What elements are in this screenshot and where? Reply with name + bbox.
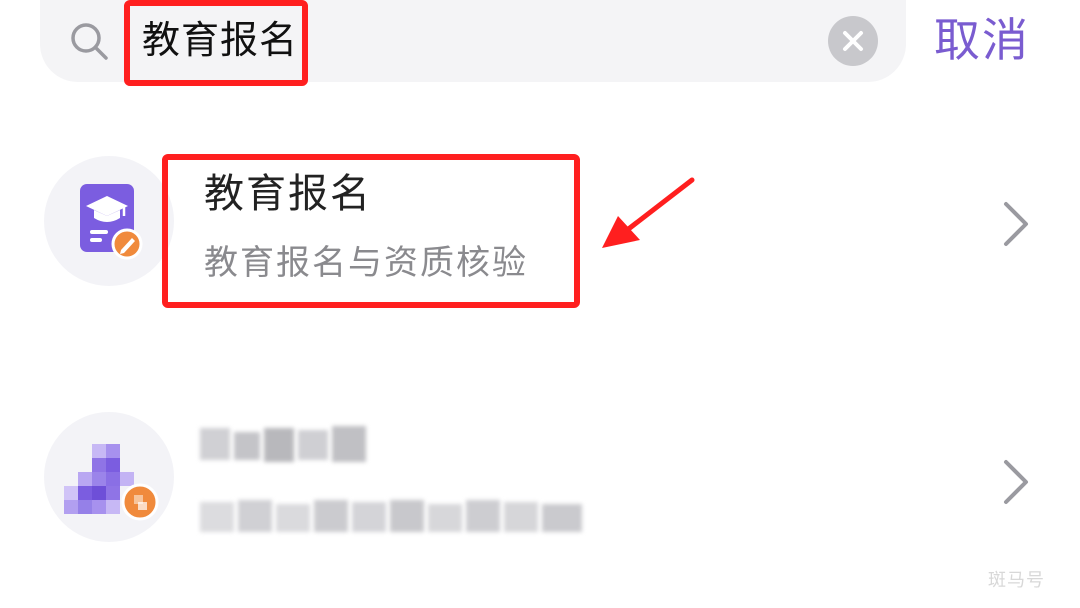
chevron-right-icon (1004, 460, 1028, 504)
highlight-box-search-query (124, 0, 308, 86)
search-result-item-obscured[interactable] (0, 400, 1080, 580)
close-icon (843, 31, 863, 51)
search-results-screen: 教育报名 取消 教育报名 教育报名与资质核验 斑马号 (0, 0, 1080, 608)
obscured-title (200, 422, 380, 466)
clear-search-button[interactable] (828, 16, 878, 66)
pixelated-person-icon (64, 444, 159, 521)
watermark: 斑马号 (988, 570, 1045, 591)
highlight-box-result (162, 154, 580, 308)
chevron-right-icon (1004, 202, 1028, 246)
education-registration-icon (80, 184, 143, 260)
result-icon-container (44, 156, 174, 286)
search-icon (71, 23, 108, 60)
cancel-button[interactable]: 取消 (934, 8, 1030, 72)
obscured-subtitle (200, 494, 600, 538)
red-arrow-icon (602, 177, 695, 248)
result-icon-container (44, 412, 174, 542)
